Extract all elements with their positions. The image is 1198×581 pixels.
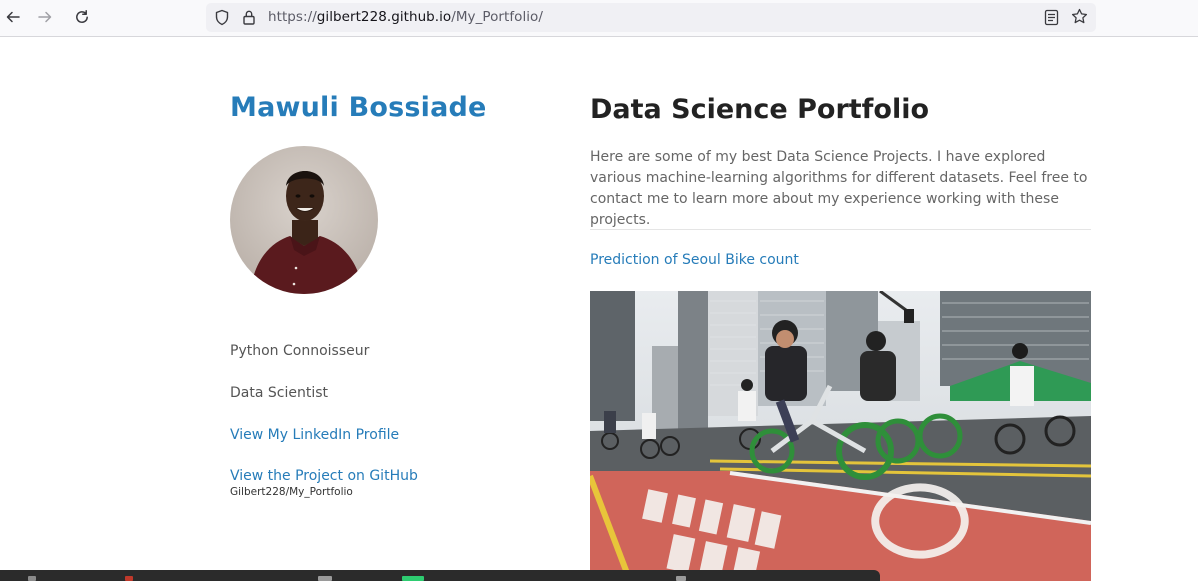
site-owner-name[interactable]: Mawuli Bossiade [230, 92, 487, 123]
seoul-bike-project-image[interactable] [590, 291, 1091, 581]
url-path: /My_Portfolio/ [451, 9, 543, 25]
taskbar-app-icon[interactable] [676, 576, 686, 581]
github-project-link[interactable]: View the Project on GitHub [230, 468, 418, 484]
back-arrow-icon[interactable] [0, 5, 26, 29]
intro-paragraph: Here are some of my best Data Science Pr… [590, 149, 1088, 228]
project-link-seoul-bike[interactable]: Prediction of Seoul Bike count [590, 252, 799, 268]
os-taskbar [0, 570, 880, 581]
lock-icon[interactable] [242, 9, 256, 30]
url-text[interactable]: https://gilbert228.github.io/My_Portfoli… [268, 9, 543, 25]
taskbar-app-icon[interactable] [125, 576, 133, 581]
bookmark-star-icon[interactable] [1071, 8, 1088, 29]
address-bar[interactable]: https://gilbert228.github.io/My_Portfoli… [206, 3, 1096, 32]
reload-icon[interactable] [69, 5, 95, 29]
linkedin-profile-link[interactable]: View My LinkedIn Profile [230, 427, 399, 443]
shield-icon[interactable] [214, 9, 230, 30]
url-prefix: https:// [268, 9, 317, 25]
profile-photo [230, 146, 378, 294]
taskbar-app-icon[interactable] [402, 576, 424, 581]
taskbar-app-icon[interactable] [318, 576, 332, 581]
url-host: gilbert228.github.io [316, 9, 452, 25]
page-title: Data Science Portfolio [590, 94, 930, 125]
github-repo-name[interactable]: Gilbert228/My_Portfolio [230, 486, 353, 498]
tagline-data-scientist: Data Scientist [230, 385, 328, 401]
taskbar-app-icon[interactable] [28, 576, 36, 581]
divider [590, 229, 1091, 230]
reader-view-icon[interactable] [1044, 9, 1059, 30]
forward-arrow-icon[interactable] [32, 5, 58, 29]
browser-toolbar: https://gilbert228.github.io/My_Portfoli… [0, 0, 1198, 37]
tagline-python: Python Connoisseur [230, 343, 370, 359]
